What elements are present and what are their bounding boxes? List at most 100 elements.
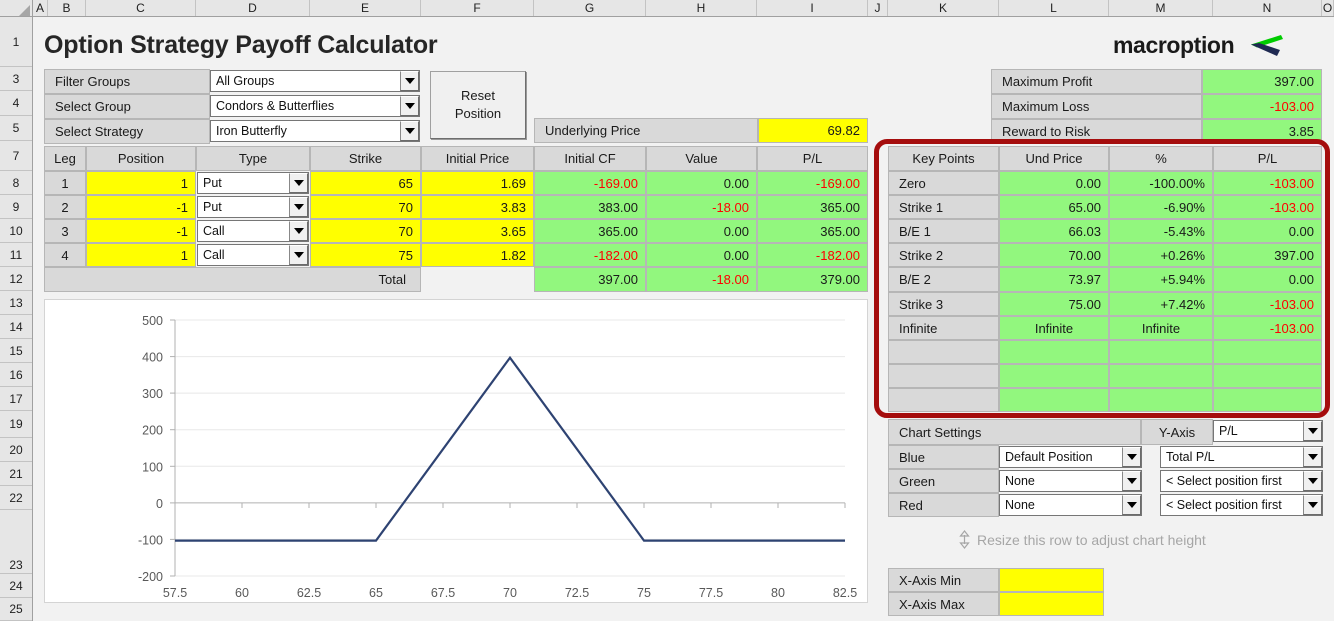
column-header-j[interactable]: J <box>868 0 888 16</box>
chevron-down-icon[interactable] <box>1122 495 1141 515</box>
leg-4-position-input[interactable]: 1 <box>86 243 196 267</box>
reset-position-button[interactable]: Reset Position <box>430 71 526 139</box>
leg-2-type-dropdown[interactable]: Put <box>197 196 309 218</box>
chart-series-green-series-dropdown[interactable]: < Select position first <box>1160 470 1323 492</box>
column-header-l[interactable]: L <box>999 0 1109 16</box>
leg-3-strike-input[interactable]: 70 <box>310 219 421 243</box>
column-header-f[interactable]: F <box>421 0 534 16</box>
row-header-11[interactable]: 11 <box>0 243 32 267</box>
leg-1-type-dropdown[interactable]: Put <box>197 172 309 194</box>
column-header-b[interactable]: B <box>48 0 86 16</box>
column-header-c[interactable]: C <box>86 0 196 16</box>
leg-3-position-input[interactable]: -1 <box>86 219 196 243</box>
chevron-down-icon[interactable] <box>400 121 419 141</box>
leg-4-strike-input[interactable]: 75 <box>310 243 421 267</box>
chevron-down-icon[interactable] <box>289 245 308 265</box>
chart-series-red-position-dropdown[interactable]: None <box>999 494 1142 516</box>
row-header-15[interactable]: 15 <box>0 339 32 363</box>
row-header-1[interactable]: 1 <box>0 17 32 67</box>
column-header-k[interactable]: K <box>888 0 999 16</box>
row-header-8[interactable]: 8 <box>0 171 32 195</box>
chart-series-blue-series-dropdown[interactable]: Total P/L <box>1160 446 1323 468</box>
leg-1-initial-price-input[interactable]: 1.69 <box>421 171 534 195</box>
svg-text:77.5: 77.5 <box>699 586 723 600</box>
key-points-header-pl: P/L <box>1213 146 1322 171</box>
chevron-down-icon[interactable] <box>289 221 308 241</box>
row-header-9[interactable]: 9 <box>0 195 32 219</box>
key-point-row-8-pl <box>1213 364 1322 388</box>
chevron-down-icon[interactable] <box>1122 471 1141 491</box>
row-header-10[interactable]: 10 <box>0 219 32 243</box>
select-strategy-dropdown[interactable]: Iron Butterfly <box>210 120 420 142</box>
leg-1-strike-input[interactable]: 65 <box>310 171 421 195</box>
leg-4-initial-price-input[interactable]: 1.82 <box>421 243 534 267</box>
legs-header-leg: Leg <box>44 146 86 171</box>
column-header-d[interactable]: D <box>196 0 310 16</box>
row-header-19[interactable]: 19 <box>0 411 32 438</box>
leg-2-strike-input[interactable]: 70 <box>310 195 421 219</box>
column-header-a[interactable]: A <box>33 0 48 16</box>
row-header-3[interactable]: 3 <box>0 67 32 91</box>
column-header-m[interactable]: M <box>1109 0 1213 16</box>
total-label: Total <box>378 272 406 287</box>
key-point-row-5-pl: -103.00 <box>1213 292 1322 316</box>
chevron-down-icon[interactable] <box>400 96 419 116</box>
row-header-20[interactable]: 20 <box>0 438 32 462</box>
row-header-21[interactable]: 21 <box>0 462 32 486</box>
column-header-i[interactable]: I <box>757 0 868 16</box>
row-header-16[interactable]: 16 <box>0 363 32 387</box>
row-header-14[interactable]: 14 <box>0 315 32 339</box>
row-header-23[interactable]: 23 <box>0 510 32 574</box>
payoff-chart-svg: 500 400 300 200 100 0 -100 -200 57.5 60 … <box>138 314 857 600</box>
leg-4-type-dropdown[interactable]: Call <box>197 244 309 266</box>
chart-series-red-series-dropdown[interactable]: < Select position first <box>1160 494 1323 516</box>
x-axis-max-input[interactable] <box>999 592 1104 616</box>
chevron-down-icon[interactable] <box>289 197 308 217</box>
reward-to-risk-value: 3.85 <box>1202 119 1322 144</box>
row-header-25[interactable]: 25 <box>0 598 32 621</box>
key-point-row-1-und: 65.00 <box>999 195 1109 219</box>
row-header-4[interactable]: 4 <box>0 91 32 116</box>
chart-series-blue-series-value: Total P/L <box>1166 450 1215 464</box>
legs-header-value: Value <box>646 146 757 171</box>
leg-1-position-input[interactable]: 1 <box>86 171 196 195</box>
column-header-o[interactable]: O <box>1322 0 1334 16</box>
leg-3-type-dropdown[interactable]: Call <box>197 220 309 242</box>
row-header-5[interactable]: 5 <box>0 116 32 141</box>
maximum-profit-value: 397.00 <box>1202 69 1322 94</box>
leg-4-initial-cf: -182.00 <box>534 243 646 267</box>
column-header-e[interactable]: E <box>310 0 421 16</box>
chevron-down-icon[interactable] <box>1303 471 1322 491</box>
column-header-n[interactable]: N <box>1213 0 1322 16</box>
chart-series-green-position-dropdown[interactable]: None <box>999 470 1142 492</box>
chevron-down-icon[interactable] <box>1303 447 1322 467</box>
chevron-down-icon[interactable] <box>1303 495 1322 515</box>
chevron-down-icon[interactable] <box>1122 447 1141 467</box>
filter-groups-value: All Groups <box>216 74 275 88</box>
column-header-g[interactable]: G <box>534 0 646 16</box>
chart-series-blue-position-dropdown[interactable]: Default Position <box>999 446 1142 468</box>
legs-header-initial-price: Initial Price <box>421 146 534 171</box>
row-header-24[interactable]: 24 <box>0 574 32 598</box>
reset-button-line1: Reset <box>461 88 495 104</box>
chevron-down-icon[interactable] <box>400 71 419 91</box>
leg-2-initial-price-input[interactable]: 3.83 <box>421 195 534 219</box>
filter-groups-dropdown[interactable]: All Groups <box>210 70 420 92</box>
row-header-17[interactable]: 17 <box>0 387 32 411</box>
underlying-price-input[interactable]: 69.82 <box>758 118 868 143</box>
y-axis-dropdown[interactable]: P/L <box>1213 420 1323 442</box>
row-header-12[interactable]: 12 <box>0 267 32 291</box>
row-header-13[interactable]: 13 <box>0 291 32 315</box>
legs-header-position: Position <box>86 146 196 171</box>
row-header-7[interactable]: 7 <box>0 141 32 171</box>
leg-3-initial-price-input[interactable]: 3.65 <box>421 219 534 243</box>
row-header-22[interactable]: 22 <box>0 486 32 510</box>
x-axis-min-input[interactable] <box>999 568 1104 592</box>
chevron-down-icon[interactable] <box>1303 421 1322 441</box>
column-header-h[interactable]: H <box>646 0 757 16</box>
select-all-corner[interactable] <box>0 0 33 16</box>
svg-text:500: 500 <box>142 314 163 328</box>
select-group-dropdown[interactable]: Condors & Butterflies <box>210 95 420 117</box>
leg-2-position-input[interactable]: -1 <box>86 195 196 219</box>
chevron-down-icon[interactable] <box>289 173 308 193</box>
